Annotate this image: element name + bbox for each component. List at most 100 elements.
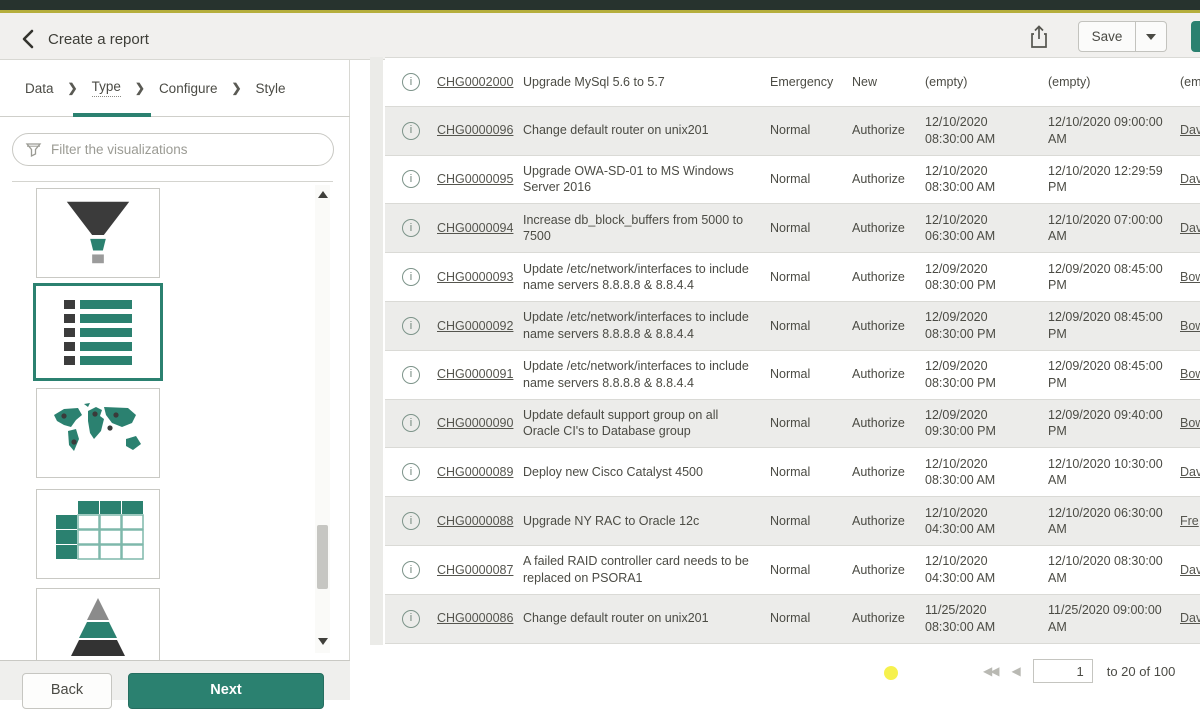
short-description-cell: Increase db_block_buffers from 5000 to 7… bbox=[523, 212, 765, 245]
change-number-link[interactable]: CHG0000086 bbox=[437, 611, 513, 625]
row-info-cell: i bbox=[385, 610, 437, 628]
info-icon[interactable]: i bbox=[402, 561, 420, 579]
step-configure[interactable]: Configure bbox=[159, 81, 218, 96]
pyramid-chart-icon bbox=[48, 590, 148, 660]
assignee-cell: Dav bbox=[1172, 122, 1200, 139]
info-icon[interactable]: i bbox=[402, 512, 420, 530]
end-date-cell: 12/10/2020 07:00:00 AM bbox=[1042, 212, 1172, 245]
row-info-cell: i bbox=[385, 122, 437, 140]
change-number-link[interactable]: CHG0000090 bbox=[437, 416, 513, 430]
assignee-link[interactable]: Bow bbox=[1180, 367, 1200, 381]
end-date-cell: 12/10/2020 10:30:00 AM bbox=[1042, 456, 1172, 489]
viz-thumbnail-pyramid[interactable] bbox=[36, 588, 160, 660]
assignee-link[interactable]: Bow bbox=[1180, 416, 1200, 430]
change-number-link[interactable]: CHG0002000 bbox=[437, 75, 513, 89]
filter-visualizations-input[interactable] bbox=[12, 133, 334, 166]
change-number-link[interactable]: CHG0000095 bbox=[437, 172, 513, 186]
change-number-link[interactable]: CHG0000089 bbox=[437, 465, 513, 479]
save-dropdown-button[interactable] bbox=[1136, 21, 1167, 52]
start-date-cell: 12/10/2020 04:30:00 AM bbox=[920, 505, 1042, 538]
change-number-cell: CHG0000088 bbox=[437, 513, 523, 530]
change-number-cell: CHG0000094 bbox=[437, 220, 523, 237]
assignee-link[interactable]: Bow bbox=[1180, 319, 1200, 333]
info-icon[interactable]: i bbox=[402, 366, 420, 384]
row-info-cell: i bbox=[385, 414, 437, 432]
step-type[interactable]: Type bbox=[92, 79, 121, 97]
info-icon[interactable]: i bbox=[402, 170, 420, 188]
state-cell: Authorize bbox=[845, 562, 920, 579]
priority-cell: Emergency bbox=[765, 74, 845, 91]
assignee-cell: (em bbox=[1172, 74, 1200, 91]
info-icon[interactable]: i bbox=[402, 610, 420, 628]
short-description-cell: Update default support group on all Orac… bbox=[523, 407, 765, 440]
save-button[interactable]: Save bbox=[1078, 21, 1136, 52]
next-button[interactable]: Next bbox=[128, 673, 324, 709]
short-description-cell: Deploy new Cisco Catalyst 4500 bbox=[523, 464, 765, 481]
step-style[interactable]: Style bbox=[256, 81, 286, 96]
state-cell: Authorize bbox=[845, 122, 920, 139]
viz-list-scrollbar[interactable] bbox=[315, 185, 330, 653]
table-row: i CHG0000091 Update /etc/network/interfa… bbox=[385, 351, 1200, 400]
assignee-cell: Dav bbox=[1172, 171, 1200, 188]
change-number-link[interactable]: CHG0000092 bbox=[437, 319, 513, 333]
assignee-cell: Dav bbox=[1172, 464, 1200, 481]
scroll-down-icon[interactable] bbox=[318, 638, 328, 645]
change-number-link[interactable]: CHG0000093 bbox=[437, 270, 513, 284]
assignee-link[interactable]: Dav bbox=[1180, 221, 1200, 235]
table-left-scrollbar[interactable] bbox=[370, 57, 383, 645]
start-date-cell: 12/10/2020 08:30:00 AM bbox=[920, 456, 1042, 489]
assignee-link[interactable]: Dav bbox=[1180, 611, 1200, 625]
step-data[interactable]: Data bbox=[25, 81, 54, 96]
viz-thumbnail-list[interactable] bbox=[33, 283, 163, 381]
change-number-link[interactable]: CHG0000091 bbox=[437, 367, 513, 381]
viz-thumbnail-map[interactable] bbox=[36, 388, 160, 478]
table-row: i CHG0000096 Change default router on un… bbox=[385, 107, 1200, 156]
priority-cell: Normal bbox=[765, 366, 845, 383]
report-type-sidebar: Data ❯ Type ❯ Configure ❯ Style bbox=[0, 60, 350, 660]
first-page-icon[interactable]: ◀◀ bbox=[983, 664, 997, 678]
end-date-cell: 12/10/2020 08:30:00 AM bbox=[1042, 553, 1172, 586]
back-chevron-icon[interactable] bbox=[16, 26, 42, 52]
prev-page-icon[interactable]: ◀ bbox=[1011, 664, 1018, 678]
scroll-up-icon[interactable] bbox=[318, 191, 328, 198]
viz-thumbnail-table[interactable] bbox=[36, 489, 160, 579]
back-button[interactable]: Back bbox=[22, 673, 112, 709]
cursor-highlight bbox=[884, 666, 898, 680]
chevron-right-icon: ❯ bbox=[68, 81, 78, 95]
info-icon[interactable]: i bbox=[402, 73, 420, 91]
short-description-cell: A failed RAID controller card needs to b… bbox=[523, 553, 765, 586]
assignee-link[interactable]: Fre bbox=[1180, 514, 1199, 528]
page-number-input[interactable] bbox=[1033, 659, 1093, 683]
priority-cell: Normal bbox=[765, 318, 845, 335]
assignee-link[interactable]: Dav bbox=[1180, 563, 1200, 577]
info-icon[interactable]: i bbox=[402, 219, 420, 237]
info-icon[interactable]: i bbox=[402, 122, 420, 140]
change-number-cell: CHG0000092 bbox=[437, 318, 523, 335]
assignee-cell: Fre bbox=[1172, 513, 1200, 530]
table-row: i CHG0000094 Increase db_block_buffers f… bbox=[385, 204, 1200, 253]
viz-thumbnail-funnel[interactable] bbox=[36, 188, 160, 278]
start-date-cell: 12/10/2020 04:30:00 AM bbox=[920, 553, 1042, 586]
scrollbar-thumb[interactable] bbox=[317, 525, 328, 589]
state-cell: Authorize bbox=[845, 269, 920, 286]
change-number-link[interactable]: CHG0000088 bbox=[437, 514, 513, 528]
assignee-link[interactable]: Dav bbox=[1180, 123, 1200, 137]
start-date-cell: 12/10/2020 06:30:00 AM bbox=[920, 212, 1042, 245]
assignee-link[interactable]: Dav bbox=[1180, 465, 1200, 479]
assignee-cell: Dav bbox=[1172, 562, 1200, 579]
info-icon[interactable]: i bbox=[402, 268, 420, 286]
assignee-link[interactable]: (em bbox=[1180, 75, 1200, 89]
info-icon[interactable]: i bbox=[402, 414, 420, 432]
change-number-link[interactable]: CHG0000087 bbox=[437, 563, 513, 577]
info-icon[interactable]: i bbox=[402, 317, 420, 335]
assignee-link[interactable]: Bow bbox=[1180, 270, 1200, 284]
change-number-link[interactable]: CHG0000094 bbox=[437, 221, 513, 235]
divider bbox=[12, 181, 333, 182]
assignee-link[interactable]: Dav bbox=[1180, 172, 1200, 186]
share-icon[interactable] bbox=[1026, 23, 1054, 53]
priority-cell: Normal bbox=[765, 269, 845, 286]
start-date-cell: 12/09/2020 08:30:00 PM bbox=[920, 309, 1042, 342]
run-button-clipped[interactable] bbox=[1191, 21, 1200, 52]
change-number-link[interactable]: CHG0000096 bbox=[437, 123, 513, 137]
info-icon[interactable]: i bbox=[402, 463, 420, 481]
